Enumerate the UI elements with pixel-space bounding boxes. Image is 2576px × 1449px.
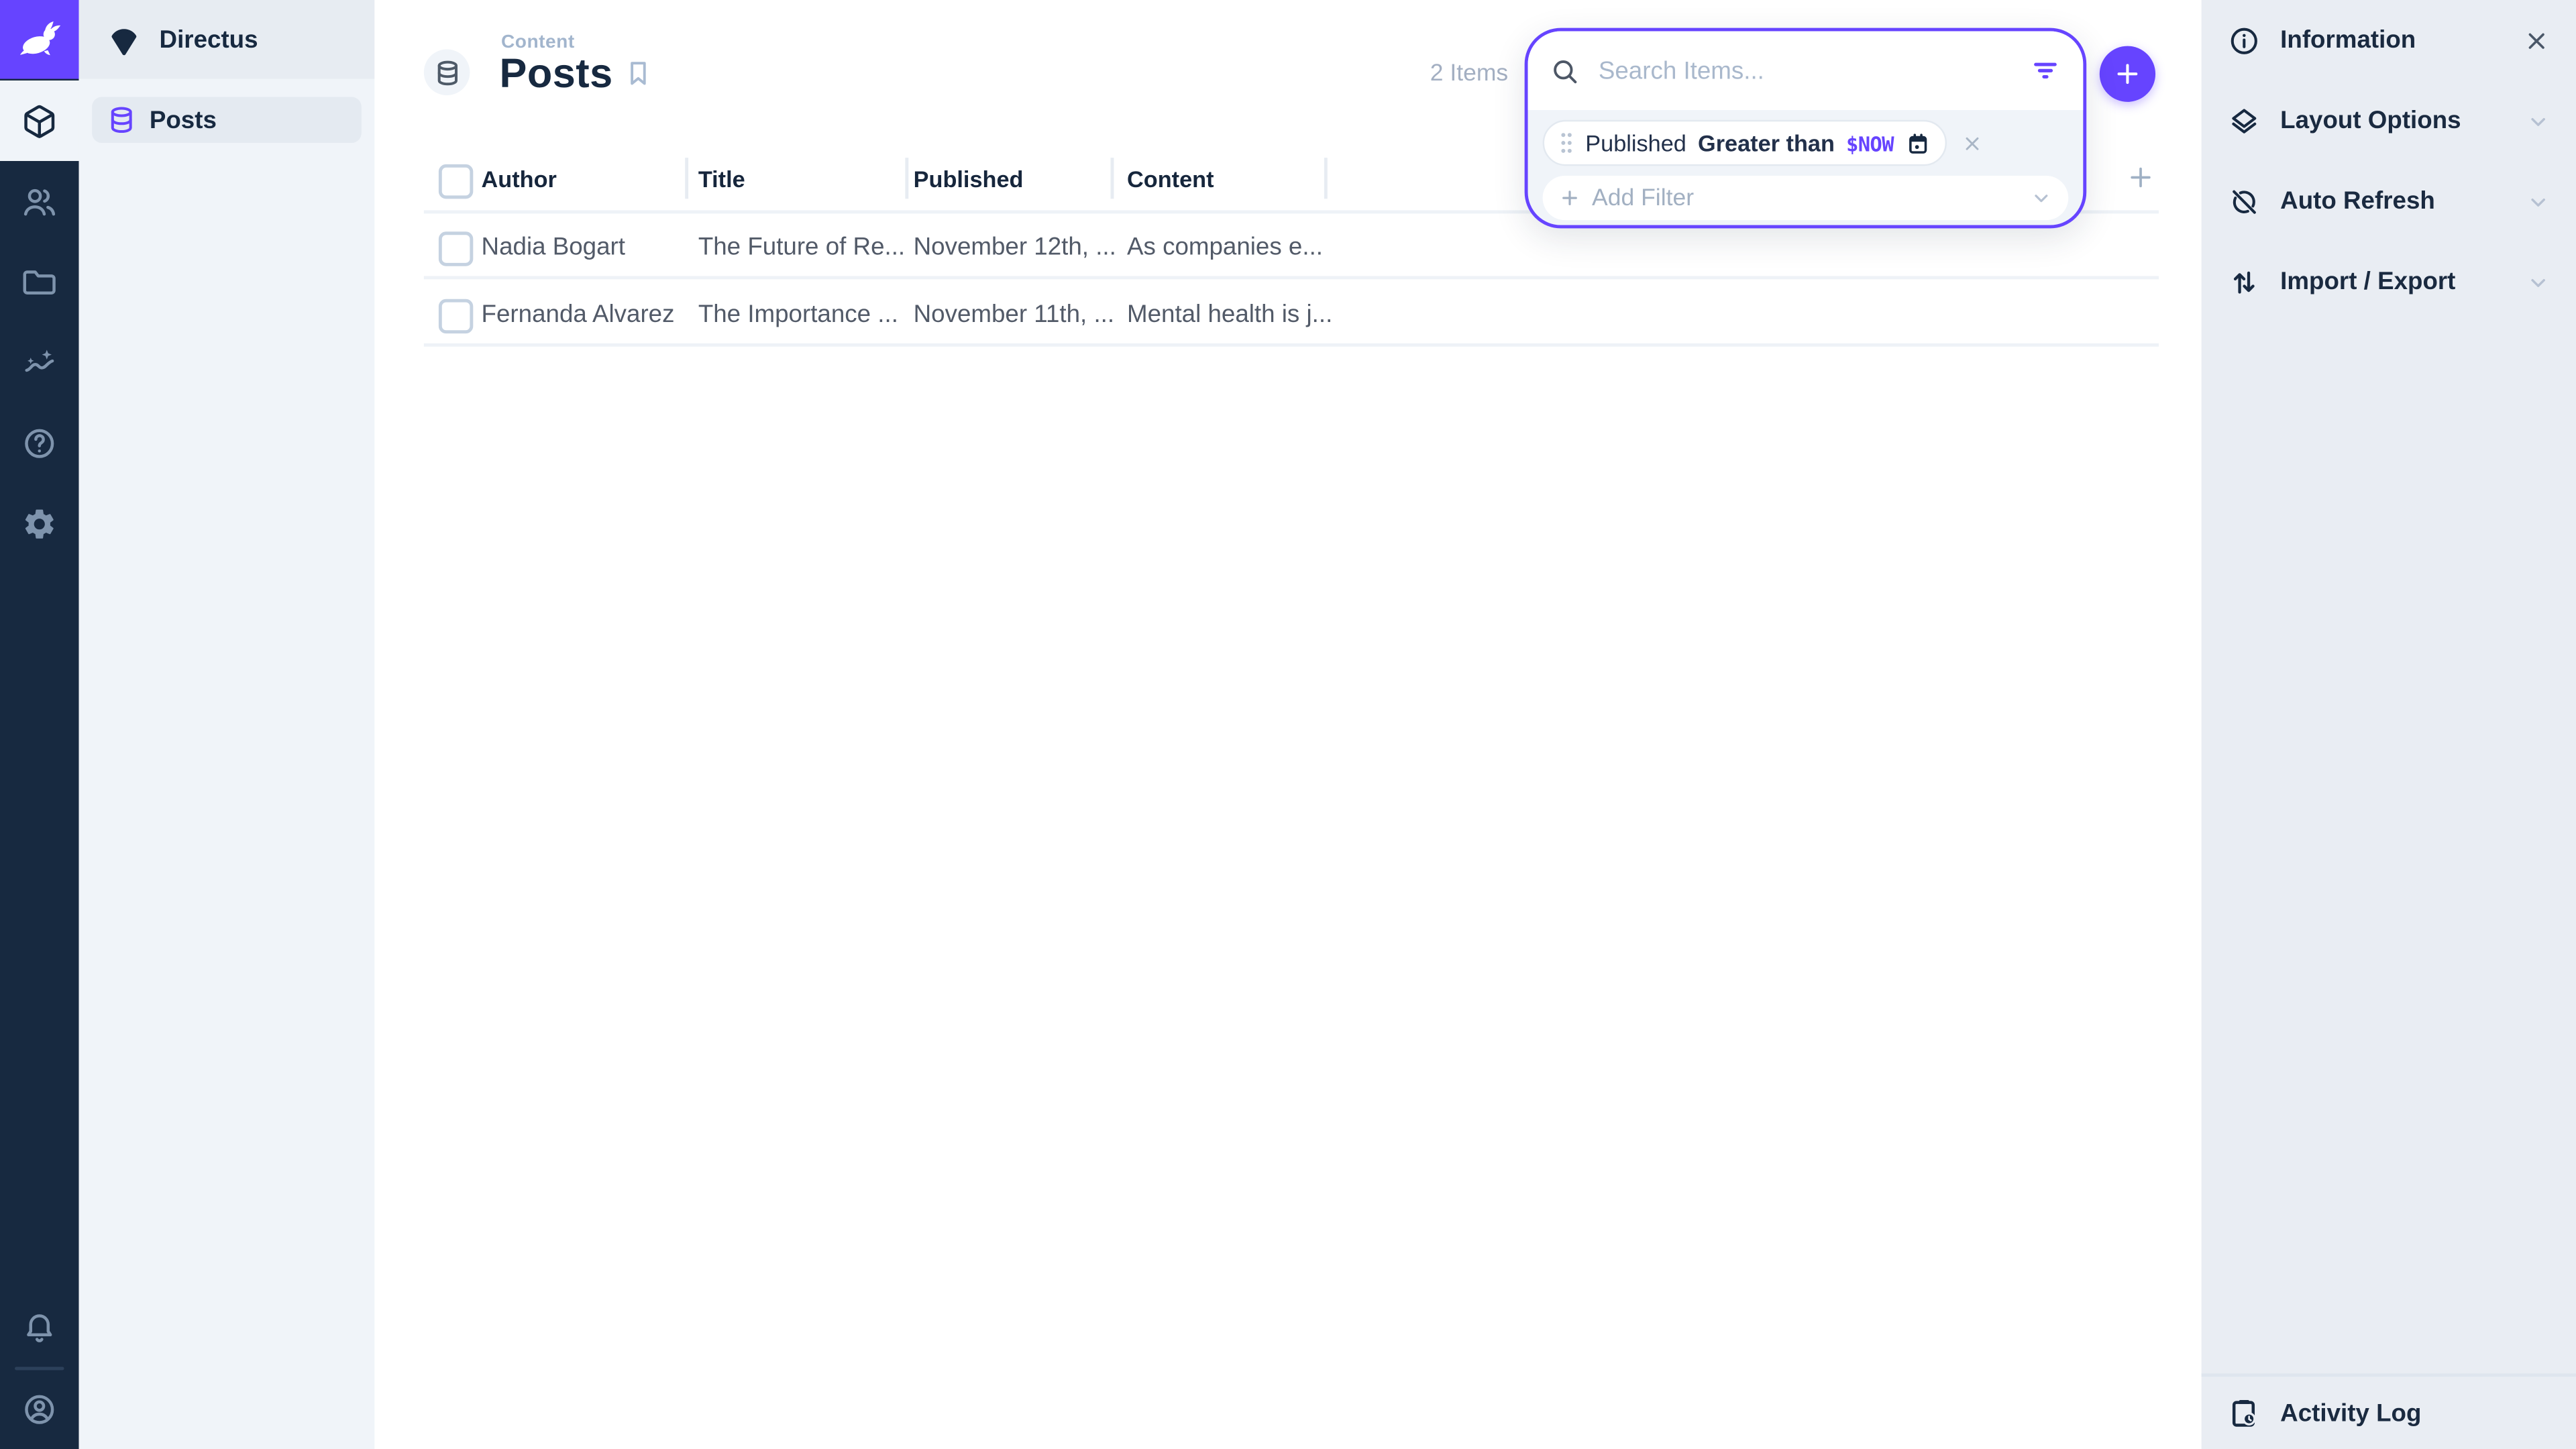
table-divider bbox=[424, 343, 2159, 347]
breadcrumb[interactable]: Content bbox=[501, 33, 575, 52]
main-content: Content Posts 2 Items bbox=[374, 0, 2201, 1449]
close-icon[interactable] bbox=[2524, 27, 2550, 53]
sidebar-item-label: Posts bbox=[150, 106, 217, 134]
table-cell-title[interactable]: The Future of Re... bbox=[698, 233, 905, 262]
module-insights[interactable] bbox=[0, 322, 79, 402]
add-filter-button[interactable]: Add Filter bbox=[1543, 176, 2069, 220]
filter-operator[interactable]: Greater than bbox=[1698, 129, 1835, 156]
box-icon bbox=[21, 103, 58, 139]
directus-logo[interactable] bbox=[0, 0, 79, 79]
column-separator bbox=[1111, 158, 1114, 199]
layers-icon bbox=[2228, 105, 2261, 138]
module-files[interactable] bbox=[0, 241, 79, 322]
select-all-checkbox[interactable] bbox=[439, 164, 473, 199]
row-checkbox[interactable] bbox=[439, 231, 473, 266]
sync-disabled-icon bbox=[2228, 185, 2261, 218]
search-filter-panel: Published Greater than $NOW bbox=[1525, 28, 2087, 229]
table-cell-content[interactable]: Mental health is j... bbox=[1127, 301, 1332, 329]
directus-app: Directus Posts Content bbox=[0, 0, 2576, 1449]
chevron-down-icon[interactable] bbox=[2527, 270, 2550, 293]
bell-icon bbox=[21, 1310, 58, 1346]
calendar-icon[interactable] bbox=[1905, 131, 1930, 156]
folder-icon bbox=[21, 264, 58, 300]
module-settings[interactable] bbox=[0, 483, 79, 564]
right-sidebar: Information Layout Options bbox=[2202, 0, 2576, 1449]
row-checkbox[interactable] bbox=[439, 299, 473, 333]
module-bar bbox=[0, 0, 79, 1449]
project-name: Directus bbox=[160, 25, 258, 54]
user-menu-button[interactable] bbox=[0, 1368, 79, 1449]
column-header-content[interactable]: Content bbox=[1127, 166, 1214, 192]
navigation-sidebar: Directus Posts bbox=[79, 0, 375, 1449]
column-separator bbox=[685, 158, 688, 199]
chevron-down-icon[interactable] bbox=[2527, 190, 2550, 213]
drag-handle-icon[interactable] bbox=[1559, 131, 1574, 154]
module-users[interactable] bbox=[0, 161, 79, 241]
add-filter-label: Add Filter bbox=[1592, 185, 1694, 211]
activity-log-label: Activity Log bbox=[2280, 1399, 2421, 1427]
filter-chip[interactable]: Published Greater than $NOW bbox=[1543, 120, 1947, 166]
add-column-icon[interactable] bbox=[2126, 162, 2155, 192]
sidebar-section-label: Layout Options bbox=[2280, 107, 2461, 135]
sidebar-section-label: Import / Export bbox=[2280, 268, 2455, 296]
notifications-button[interactable] bbox=[0, 1288, 79, 1368]
directus-rabbit-icon bbox=[15, 15, 64, 64]
remove-filter-icon[interactable] bbox=[1961, 132, 1982, 154]
table-divider bbox=[424, 276, 2159, 279]
plus-icon bbox=[1559, 187, 1580, 209]
fan-icon bbox=[107, 22, 141, 56]
filter-field[interactable]: Published bbox=[1585, 129, 1686, 156]
chevron-down-icon[interactable] bbox=[2527, 109, 2550, 132]
column-separator bbox=[1324, 158, 1328, 199]
sidebar-section-information[interactable]: Information bbox=[2202, 0, 2576, 80]
sidebar-section-import-export[interactable]: Import / Export bbox=[2202, 241, 2576, 322]
import-export-icon bbox=[2228, 266, 2261, 299]
filter-value[interactable]: $NOW bbox=[1846, 131, 1894, 156]
sidebar-section-auto-refresh[interactable]: Auto Refresh bbox=[2202, 161, 2576, 241]
column-header-published[interactable]: Published bbox=[914, 166, 1024, 192]
table-cell-published[interactable]: November 11th, ... bbox=[914, 301, 1114, 329]
account-icon bbox=[21, 1391, 58, 1427]
module-docs[interactable] bbox=[0, 402, 79, 483]
table-cell-author[interactable]: Nadia Bogart bbox=[482, 233, 625, 262]
filter-icon[interactable] bbox=[2029, 54, 2061, 87]
users-icon bbox=[21, 183, 58, 219]
sidebar-item-posts[interactable]: Posts bbox=[92, 97, 362, 143]
table-cell-content[interactable]: As companies e... bbox=[1127, 233, 1323, 262]
column-separator bbox=[905, 158, 908, 199]
bookmark-icon[interactable] bbox=[623, 58, 654, 89]
sidebar-section-layout-options[interactable]: Layout Options bbox=[2202, 80, 2576, 161]
page-title: Posts bbox=[499, 51, 612, 99]
info-icon bbox=[2228, 24, 2261, 57]
table-cell-title[interactable]: The Importance ... bbox=[698, 301, 898, 329]
chevron-down-icon bbox=[2031, 187, 2052, 209]
search-row bbox=[1528, 32, 2084, 111]
sidebar-section-label: Information bbox=[2280, 26, 2416, 54]
project-header[interactable]: Directus bbox=[79, 0, 375, 79]
sidebar-section-label: Auto Refresh bbox=[2280, 187, 2435, 215]
column-header-author[interactable]: Author bbox=[482, 166, 557, 192]
database-icon bbox=[433, 58, 461, 87]
search-icon bbox=[1549, 55, 1580, 87]
settings-icon bbox=[21, 505, 58, 541]
collection-icon-circle bbox=[424, 49, 470, 95]
database-icon bbox=[107, 105, 136, 135]
items-count: 2 Items bbox=[1328, 61, 1508, 87]
table-cell-published[interactable]: November 12th, ... bbox=[914, 233, 1116, 262]
create-item-button[interactable] bbox=[2100, 46, 2155, 102]
insights-icon bbox=[21, 344, 58, 380]
activity-log-icon bbox=[2228, 1397, 2261, 1430]
column-header-title[interactable]: Title bbox=[698, 166, 745, 192]
filter-area: Published Greater than $NOW bbox=[1528, 110, 2084, 220]
plus-icon bbox=[2112, 59, 2142, 89]
module-content[interactable] bbox=[0, 80, 79, 161]
table-cell-author[interactable]: Fernanda Alvarez bbox=[482, 301, 675, 329]
help-icon bbox=[21, 425, 58, 461]
activity-log-button[interactable]: Activity Log bbox=[2202, 1373, 2576, 1449]
search-input[interactable] bbox=[1595, 55, 2014, 87]
